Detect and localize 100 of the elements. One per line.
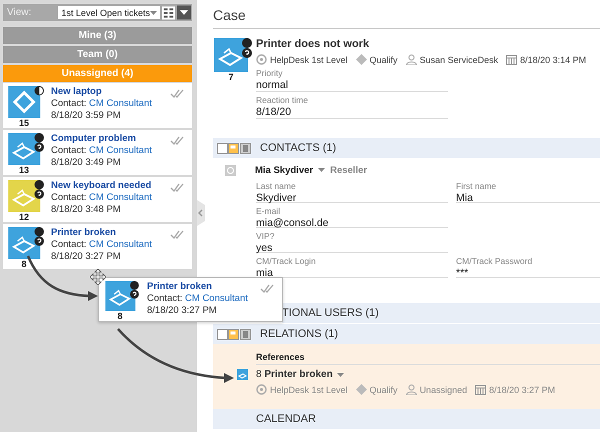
contact-field[interactable]: VIP? yes — [256, 228, 448, 253]
contact-link[interactable]: CM Consultant — [185, 293, 248, 304]
field-value: Mia — [456, 192, 474, 204]
contact-field[interactable]: First name Mia — [456, 178, 600, 203]
field-label: First name — [456, 180, 498, 192]
section-header[interactable]: RELATIONS (1) — [213, 324, 600, 344]
ticket-title[interactable]: New laptop — [51, 86, 102, 98]
diamond-icon — [356, 384, 367, 395]
ticket-title[interactable]: New keyboard needed — [51, 180, 152, 192]
caret-icon[interactable] — [318, 168, 326, 172]
field-label: VIP? — [256, 230, 276, 242]
view-label: View: — [7, 7, 32, 18]
contact-label: Contact: — [51, 145, 86, 156]
check-icon[interactable] — [170, 230, 184, 239]
check-icon[interactable] — [170, 136, 184, 145]
gear-icon — [256, 384, 267, 395]
section-title: RELATIONS (1) — [260, 328, 338, 340]
ticket-title[interactable]: Computer problem — [51, 133, 136, 145]
ticket-date: 8/18/20 3:59 PM — [51, 110, 121, 122]
contact-link[interactable]: CM Consultant — [89, 98, 152, 109]
contact-field[interactable]: CM/Track Password *** — [456, 253, 600, 278]
collapse-handle[interactable] — [197, 200, 205, 226]
section-title: CONTACTS (1) — [260, 142, 336, 154]
field-value: *** — [456, 267, 470, 279]
view-select[interactable]: 1st Level Open tickets — [58, 6, 160, 19]
section-header[interactable]: CALENDAR — [213, 409, 600, 429]
ticket-card[interactable]: 13 Computer problem Contact: CM Consultant 8/18/20 3:49 PM — [3, 130, 192, 175]
section-header[interactable]: CONTACTS (1) — [213, 138, 600, 158]
layout-icon[interactable] — [217, 142, 251, 154]
reference-title[interactable]: 8 Printer broken — [256, 369, 333, 380]
references-label: References — [256, 352, 600, 365]
field-value: Skydiver — [256, 192, 298, 204]
field-label: E-mail — [256, 205, 282, 217]
check-icon[interactable] — [170, 183, 184, 192]
field-label: Last name — [256, 180, 297, 192]
caret-icon[interactable] — [336, 372, 344, 376]
field-value: mia — [256, 267, 274, 279]
ticket-card[interactable]: 8 Printer broken Contact: CM Consultant 8/18/20 3:27 PM — [3, 224, 192, 269]
case-number: 7 — [227, 72, 234, 82]
section-title: TIONAL USERS (1) — [282, 307, 379, 319]
contact-role: Reseller — [330, 164, 368, 176]
ticket-date: 8/18/20 3:27 PM — [147, 305, 217, 317]
meta-text: Unassigned — [420, 384, 468, 394]
field-label: Priority — [256, 67, 284, 79]
ticket-title[interactable]: Printer broken — [147, 281, 212, 293]
ticket-number: 8 — [20, 259, 28, 269]
field-value: normal — [256, 79, 290, 91]
page-title: Case — [213, 0, 600, 29]
section-header[interactable]: TIONAL USERS (1) — [282, 303, 600, 324]
move-icon[interactable] — [90, 269, 106, 285]
ticket-number: 12 — [18, 212, 30, 222]
contact-field[interactable]: E-mail mia@consol.de — [256, 203, 448, 228]
check-icon[interactable] — [260, 284, 274, 293]
contact-link[interactable]: CM Consultant — [89, 239, 152, 250]
ticket-card[interactable]: 15 New laptop Contact: CM Consultant 8/18/20 3:59 PM — [3, 83, 192, 128]
person-icon — [406, 384, 417, 395]
ticket-number: 15 — [18, 118, 30, 128]
dropdown-button[interactable] — [177, 5, 191, 20]
meta-text: 8/18/20 3:14 PM — [520, 54, 586, 64]
meta-text: HelpDesk 1st Level — [270, 54, 348, 64]
ticket-date: 8/18/20 3:48 PM — [51, 204, 121, 216]
field-label: CM/Track Password — [456, 255, 534, 267]
section-title: CALENDAR — [255, 413, 316, 425]
list-view-icon[interactable] — [162, 6, 176, 20]
meta-text: Qualify — [370, 54, 398, 64]
case-field[interactable]: Priority normal — [256, 65, 448, 92]
contact-label: Contact: — [147, 293, 182, 304]
field-value: yes — [256, 242, 274, 254]
ticket-date: 8/18/20 3:49 PM — [51, 157, 121, 169]
ticket-date: 8/18/20 3:27 PM — [51, 251, 121, 263]
case-title: Printer does not work — [256, 38, 370, 50]
ticket-number: 8 — [116, 311, 124, 321]
person-icon — [406, 54, 417, 65]
contact-label: Contact: — [51, 192, 86, 203]
meta-text: Qualify — [370, 384, 398, 394]
gear-icon — [256, 54, 267, 65]
contact-label: Contact: — [51, 98, 86, 109]
calendar-icon — [506, 54, 518, 65]
ticket-title[interactable]: Printer broken — [51, 227, 116, 239]
layout-icon[interactable] — [217, 328, 251, 340]
calendar-icon — [475, 384, 486, 395]
case-field[interactable]: Reaction time 8/18/20 — [256, 92, 448, 119]
field-value: mia@consol.de — [256, 217, 330, 229]
contact-name[interactable]: Mia Skydiver — [255, 164, 314, 176]
diamond-icon — [356, 54, 367, 65]
contact-field[interactable]: Last name Skydiver — [256, 178, 448, 203]
caret-icon[interactable] — [150, 10, 157, 14]
ticket-number: 13 — [18, 165, 30, 175]
dragged-ticket-card[interactable]: 8 Printer broken Contact: CM Consultant 8/18/20 3:27 PM — [98, 277, 283, 322]
meta-text: HelpDesk 1st Level — [270, 384, 348, 394]
contact-label: Contact: — [51, 239, 86, 250]
field-value: 8/18/20 — [256, 106, 292, 118]
contact-link[interactable]: CM Consultant — [89, 145, 152, 156]
meta-text: Susan ServiceDesk — [420, 54, 498, 64]
field-label: Reaction time — [256, 94, 309, 106]
ticket-icon — [237, 369, 248, 380]
contact-link[interactable]: CM Consultant — [89, 192, 152, 203]
check-icon[interactable] — [170, 89, 184, 98]
meta-text: 8/18/20 3:27 PM — [489, 384, 556, 394]
ticket-card[interactable]: 12 New keyboard needed Contact: CM Consultant 8/18/20 3:48 PM — [3, 177, 192, 222]
